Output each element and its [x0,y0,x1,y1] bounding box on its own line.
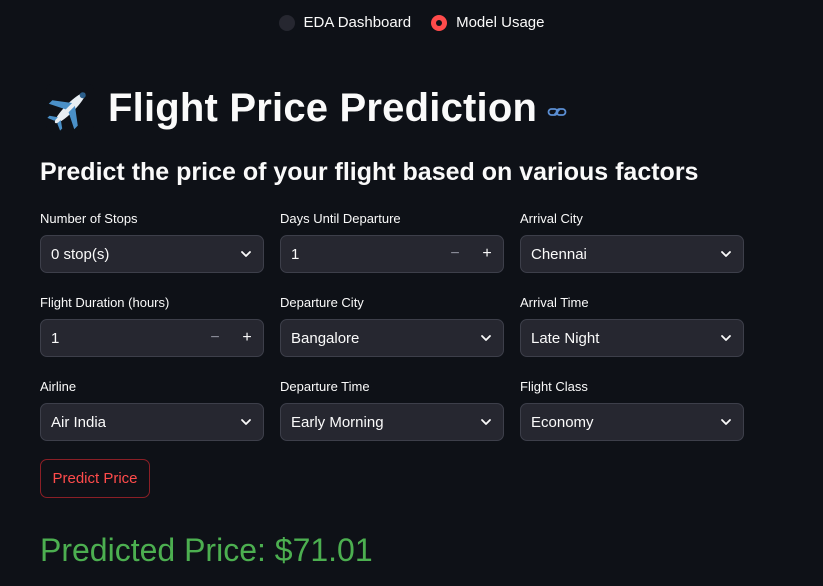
arrival-time-label: Arrival Time [520,295,589,310]
duration-stepper[interactable]: 1 − + [40,319,264,357]
duration-label: Flight Duration (hours) [40,295,170,310]
chevron-down-icon [481,335,491,341]
airline-label: Airline [40,379,77,394]
departure-time-label: Departure Time [280,379,370,394]
stops-select[interactable]: 0 stop(s) [40,235,264,273]
decrement-button[interactable]: − [199,320,231,356]
duration-input[interactable]: 1 [51,330,199,347]
arrival-city-select[interactable]: Chennai [520,235,744,273]
decrement-button[interactable]: − [439,236,471,272]
days-until-departure-input[interactable]: 1 [291,246,439,263]
flight-class-label: Flight Class [520,379,588,394]
nav-option-label: Model Usage [456,14,545,31]
flight-class-select[interactable]: Economy [520,403,744,441]
nav-option-model-usage[interactable]: Model Usage [431,14,544,31]
nav-option-eda-dashboard[interactable]: EDA Dashboard [278,14,412,31]
arrival-time-select[interactable]: Late Night [520,319,744,357]
days-until-departure-label: Days Until Departure [280,211,401,226]
radio-unselected-icon[interactable] [278,14,295,31]
chevron-down-icon [241,251,251,257]
airline-field: Airline Air India [40,379,264,463]
departure-city-label: Departure City [280,295,364,310]
arrival-city-field: Arrival City Chennai [520,211,744,295]
page-title-text: Flight Price Prediction [108,85,538,130]
app-page: EDA Dashboard Model Usage Flight Price P… [0,0,823,586]
page-subtitle: Predict the price of your flight based o… [40,158,699,186]
nav-option-label: EDA Dashboard [303,14,412,31]
duration-field: Flight Duration (hours) 1 − + [40,295,264,379]
increment-button[interactable]: + [471,236,503,272]
days-until-departure-stepper[interactable]: 1 − + [280,235,504,273]
chevron-down-icon [721,251,731,257]
stops-value: 0 stop(s) [51,245,110,263]
page-navigation: EDA Dashboard Model Usage [0,14,823,31]
radio-selected-icon[interactable] [431,14,448,31]
stops-label: Number of Stops [40,211,138,226]
link-icon[interactable] [547,102,567,122]
departure-time-select[interactable]: Early Morning [280,403,504,441]
chevron-down-icon [721,335,731,341]
airline-select[interactable]: Air India [40,403,264,441]
flight-class-field: Flight Class Economy [520,379,744,463]
airplane-icon [46,84,94,132]
chevron-down-icon [241,419,251,425]
stops-field: Number of Stops 0 stop(s) [40,211,264,295]
arrival-city-label: Arrival City [520,211,583,226]
departure-time-value: Early Morning [291,413,384,431]
flight-class-value: Economy [531,413,594,431]
departure-time-field: Departure Time Early Morning [280,379,504,463]
departure-city-value: Bangalore [291,329,360,347]
prediction-form: Number of Stops 0 stop(s) Days Until Dep… [40,211,744,463]
departure-city-select[interactable]: Bangalore [280,319,504,357]
predicted-price-result: Predicted Price: $71.01 [40,532,373,568]
chevron-down-icon [481,419,491,425]
increment-button[interactable]: + [231,320,263,356]
arrival-time-field: Arrival Time Late Night [520,295,744,379]
arrival-time-value: Late Night [531,329,600,347]
chevron-down-icon [721,419,731,425]
days-until-departure-field: Days Until Departure 1 − + [280,211,504,295]
airline-value: Air India [51,413,107,431]
departure-city-field: Departure City Bangalore [280,295,504,379]
predict-price-button[interactable]: Predict Price [40,459,150,498]
page-title: Flight Price Prediction [44,82,567,134]
arrival-city-value: Chennai [531,245,587,263]
